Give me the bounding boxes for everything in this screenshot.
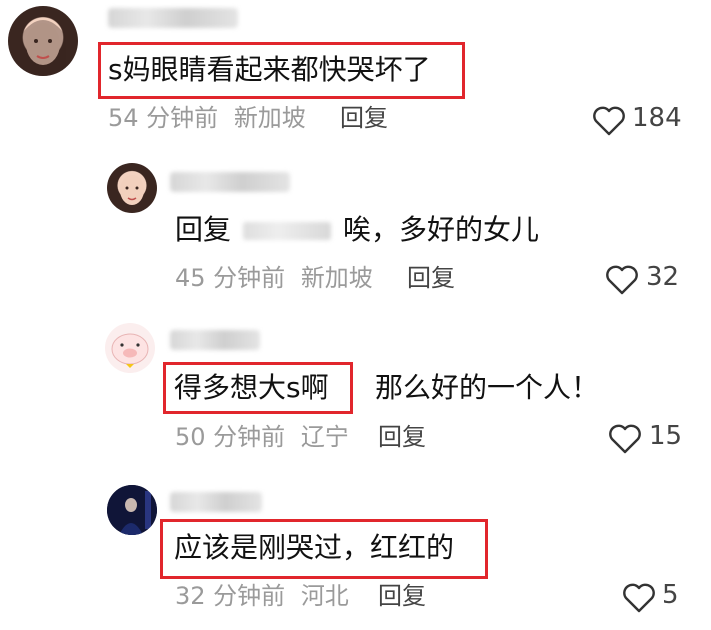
like-count: 32 bbox=[646, 262, 680, 292]
avatar[interactable] bbox=[8, 6, 78, 76]
comment-time: 54 分钟前 bbox=[108, 104, 219, 132]
reply-prefix: 回复 bbox=[175, 213, 232, 246]
comment-text: 应该是刚哭过，红红的 bbox=[174, 531, 455, 564]
comment-location: 辽宁 bbox=[300, 423, 349, 451]
comment-time: 32 分钟前 bbox=[175, 582, 286, 610]
comment-location: 河北 bbox=[300, 582, 349, 610]
heart-icon[interactable] bbox=[622, 583, 656, 613]
reply-button[interactable]: 回复 bbox=[378, 580, 426, 612]
comment-meta: 50 分钟前 辽宁 bbox=[175, 421, 349, 453]
photo-icon bbox=[107, 485, 157, 535]
comment-time: 50 分钟前 bbox=[175, 423, 286, 451]
avatar-face-icon bbox=[20, 20, 66, 76]
like-count: 5 bbox=[662, 580, 679, 610]
heart-icon[interactable] bbox=[608, 424, 642, 454]
comment-text-highlight: 得多想大s啊 bbox=[174, 371, 329, 404]
comment-text: 回复 唉，多好的女儿 bbox=[175, 210, 539, 250]
avatar[interactable] bbox=[105, 323, 155, 373]
comment-meta: 54 分钟前 新加坡 bbox=[108, 102, 306, 134]
comment-text: s妈眼睛看起来都快哭坏了 bbox=[108, 53, 431, 86]
comment-location: 新加坡 bbox=[300, 264, 373, 292]
reply-body: 唉，多好的女儿 bbox=[343, 213, 540, 246]
avatar[interactable] bbox=[107, 485, 157, 535]
comment-time: 45 分钟前 bbox=[175, 264, 286, 292]
comment-meta: 32 分钟前 河北 bbox=[175, 580, 349, 612]
mentioned-username[interactable] bbox=[243, 222, 332, 240]
reply-button[interactable]: 回复 bbox=[340, 102, 388, 134]
heart-icon[interactable] bbox=[592, 106, 626, 136]
avatar-face-icon bbox=[120, 175, 144, 205]
username[interactable] bbox=[170, 492, 262, 512]
avatar[interactable] bbox=[107, 163, 157, 213]
pig-cartoon-icon bbox=[111, 333, 149, 368]
username[interactable] bbox=[170, 172, 290, 192]
reply-button[interactable]: 回复 bbox=[378, 421, 426, 453]
heart-icon[interactable] bbox=[605, 265, 639, 295]
username[interactable] bbox=[170, 330, 260, 350]
like-count: 15 bbox=[649, 421, 683, 451]
reply-button[interactable]: 回复 bbox=[407, 262, 455, 294]
comment-meta: 45 分钟前 新加坡 bbox=[175, 262, 373, 294]
comment-text: 那么好的一个人！ bbox=[375, 371, 600, 404]
like-count: 184 bbox=[632, 103, 682, 133]
username[interactable] bbox=[108, 8, 238, 28]
comment-location: 新加坡 bbox=[233, 104, 306, 132]
